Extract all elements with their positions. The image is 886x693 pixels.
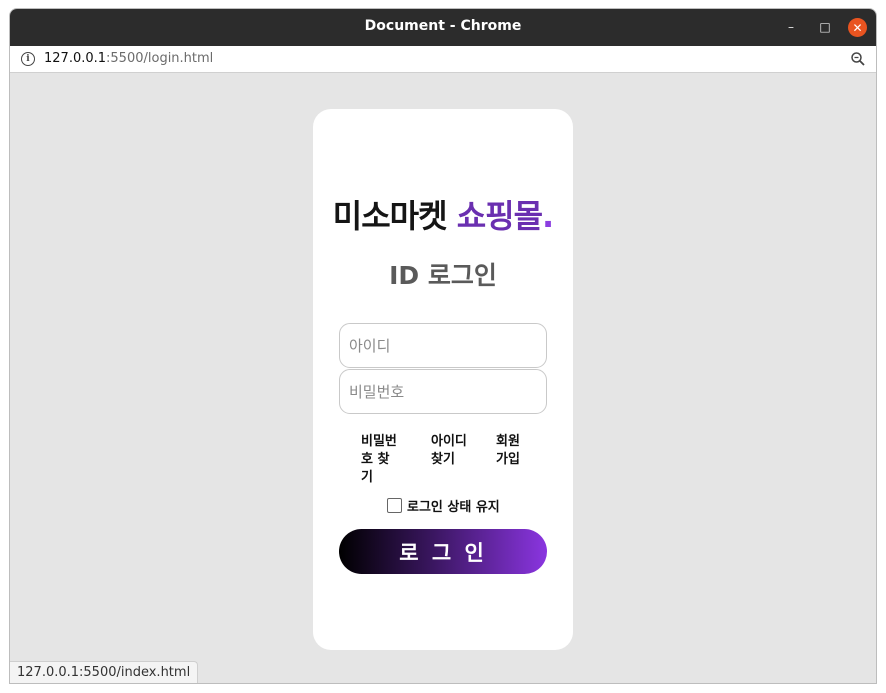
minimize-button[interactable]: –: [780, 16, 802, 38]
keep-login-label[interactable]: 로그인 상태 유지: [407, 496, 500, 515]
signup-link[interactable]: 회원 가입: [496, 433, 522, 487]
keep-login-row: 로그인 상태 유지: [387, 496, 500, 515]
brand-suffix: 쇼핑몰: [456, 197, 543, 235]
title-bar: Document - Chrome – □ ✕: [10, 9, 876, 46]
login-button[interactable]: 로 그 인: [339, 529, 547, 574]
window-title: Document - Chrome: [364, 18, 522, 34]
brand-name: 미소마켓: [332, 197, 457, 235]
keep-login-checkbox[interactable]: [387, 498, 402, 513]
zoom-icon[interactable]: [850, 51, 866, 67]
page-subtitle: ID 로그인: [389, 261, 497, 290]
brand-dot: .: [542, 197, 554, 235]
find-id-link[interactable]: 아이디 찾기: [431, 433, 469, 487]
find-password-link[interactable]: 비밀번 호 찾기: [361, 433, 399, 487]
brand-title: 미소마켓 쇼핑몰.: [313, 191, 573, 237]
status-bar: 127.0.0.1:5500/index.html: [10, 661, 199, 683]
login-card: 미소마켓 쇼핑몰. ID 로그인 비밀번 호 찾기 아이디 찾기 회원 가입 로…: [313, 109, 573, 650]
password-input[interactable]: [339, 369, 547, 414]
close-button[interactable]: ✕: [848, 18, 867, 37]
account-links: 비밀번 호 찾기 아이디 찾기 회원 가입: [361, 433, 531, 487]
id-input[interactable]: [339, 323, 547, 368]
browser-window: Document - Chrome – □ ✕ i 127.0.0.1:5500…: [9, 8, 877, 684]
address-bar[interactable]: i 127.0.0.1:5500/login.html: [10, 46, 876, 73]
maximize-button[interactable]: □: [814, 16, 836, 38]
url-path: :5500/login.html: [106, 51, 214, 66]
page-viewport: 미소마켓 쇼핑몰. ID 로그인 비밀번 호 찾기 아이디 찾기 회원 가입 로…: [10, 73, 876, 683]
info-icon[interactable]: i: [21, 52, 35, 66]
url-text[interactable]: 127.0.0.1:5500/login.html: [44, 51, 213, 66]
url-host: 127.0.0.1: [44, 51, 107, 66]
